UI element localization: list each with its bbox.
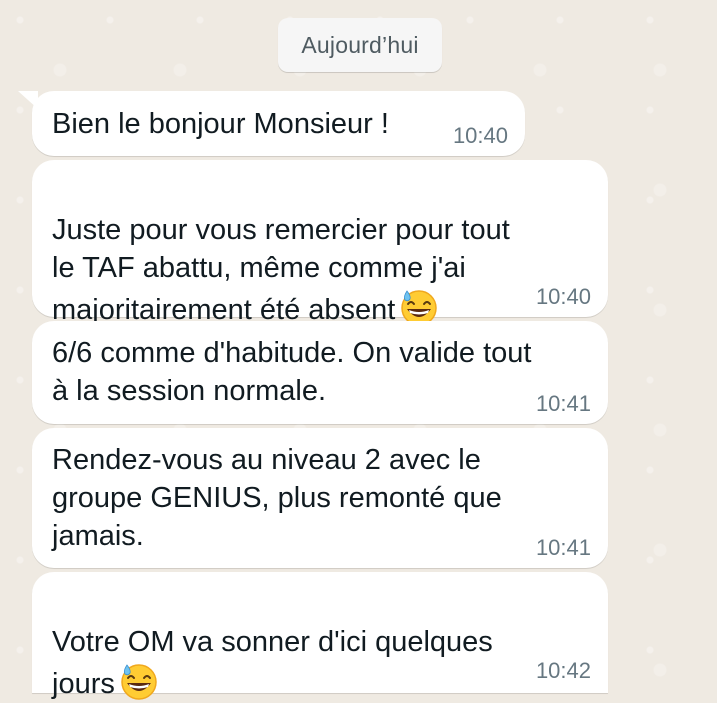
message-bubble[interactable]: 6/6 comme d'habitude. On valide tout à l… xyxy=(32,321,608,424)
message-text: Rendez-vous au niveau 2 avec le groupe G… xyxy=(52,444,502,552)
message-timestamp: 10:41 xyxy=(535,535,591,560)
message-bubble[interactable]: Juste pour vous remercier pour tout le T… xyxy=(32,160,608,326)
message-timestamp: 10:40 xyxy=(452,123,508,148)
message-text: Juste pour vous remercier pour tout le T… xyxy=(52,173,510,329)
message-timestamp: 10:40 xyxy=(535,284,591,309)
message-text: 6/6 comme d'habitude. On valide tout à l… xyxy=(52,337,532,407)
message-bubble[interactable]: Bien le bonjour Monsieur ! 10:40 xyxy=(32,91,525,156)
message-timestamp: 10:42 xyxy=(535,658,591,683)
message-text: Votre OM va sonner d'ici quelques jours xyxy=(52,585,493,703)
date-separator: Aujourd’hui xyxy=(278,18,442,72)
grinning-sweat-emoji xyxy=(121,664,157,700)
message-timestamp: 10:41 xyxy=(535,391,591,416)
message-text: Bien le bonjour Monsieur ! xyxy=(52,108,389,140)
message-bubble[interactable]: Votre OM va sonner d'ici quelques jours … xyxy=(32,572,608,700)
message-text-content: Juste pour vous remercier pour tout le T… xyxy=(52,214,510,326)
message-bubble[interactable]: Rendez-vous au niveau 2 avec le groupe G… xyxy=(32,428,608,568)
